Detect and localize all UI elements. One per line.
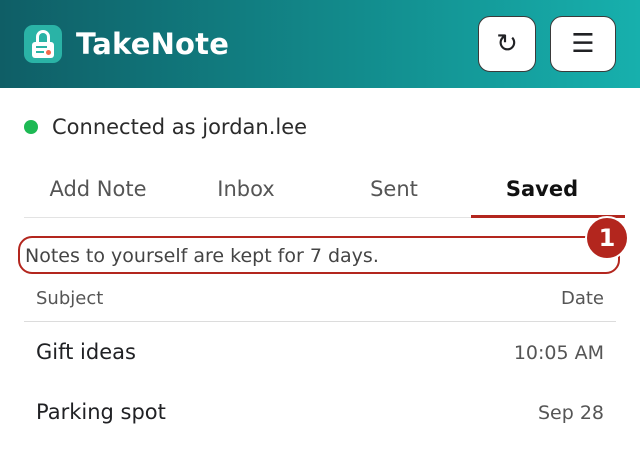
column-header-date: Date xyxy=(560,288,604,309)
refresh-button[interactable]: ↻ xyxy=(478,16,536,72)
menu-button[interactable]: ☰ xyxy=(550,16,616,72)
table-row[interactable]: Parking spot Sep 28 xyxy=(24,384,616,444)
note-date: Sep 28 xyxy=(537,402,604,424)
connection-status: Connected as jordan.lee xyxy=(24,113,307,141)
tab-inbox[interactable]: Inbox xyxy=(172,160,320,218)
hamburger-menu-icon: ☰ xyxy=(571,29,595,59)
connected-status-dot-icon xyxy=(24,120,38,134)
annotation-badge: 1 xyxy=(585,216,629,260)
refresh-icon: ↻ xyxy=(496,29,518,59)
lock-note-logo-icon xyxy=(24,25,62,63)
connection-status-text: Connected as jordan.lee xyxy=(52,115,308,139)
column-header-subject: Subject xyxy=(36,288,104,309)
note-date: 10:05 AM xyxy=(513,342,604,364)
tab-add-note[interactable]: Add Note xyxy=(24,160,172,218)
tab-saved[interactable]: Saved xyxy=(468,160,616,218)
app-header: TakeNote ↻ ☰ xyxy=(0,0,640,88)
tab-sent[interactable]: Sent xyxy=(320,160,468,218)
note-subject: Parking spot xyxy=(36,400,166,424)
table-header: Subject Date xyxy=(24,280,616,322)
note-subject: Gift ideas xyxy=(36,340,136,364)
retention-notice-text: Notes to yourself are kept for 7 days. xyxy=(25,245,379,267)
tab-bar: Add Note Inbox Sent Saved xyxy=(24,160,625,218)
app-title: TakeNote xyxy=(76,27,230,61)
table-row[interactable]: Gift ideas 10:05 AM xyxy=(24,324,616,384)
